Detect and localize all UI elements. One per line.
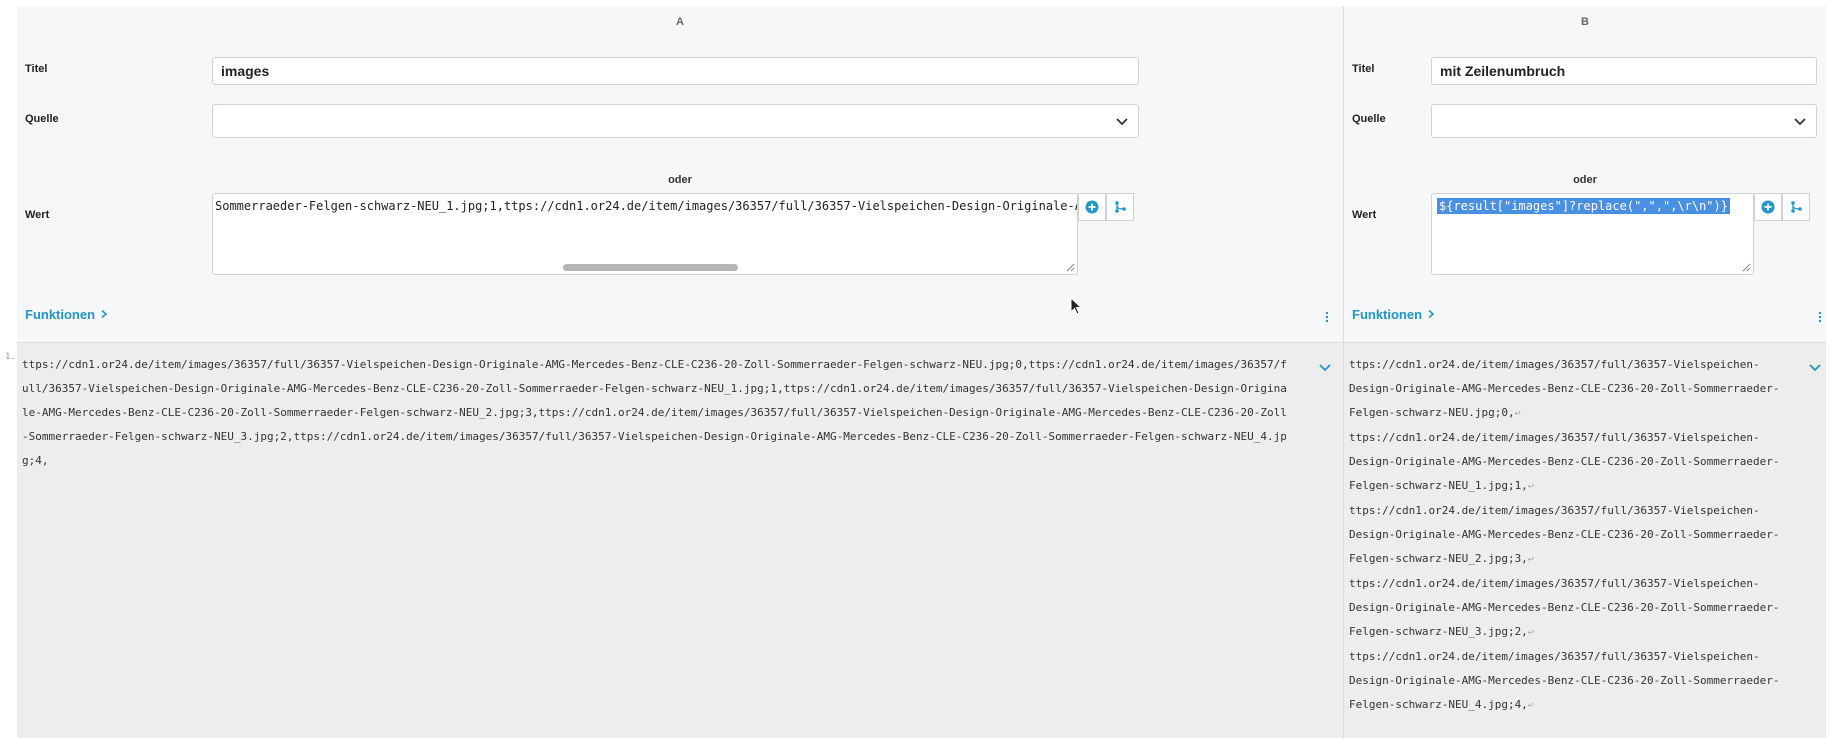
newline-icon: ↩ [1527, 554, 1534, 565]
title-label: Titel [1352, 63, 1375, 75]
kebab-menu-icon[interactable] [1325, 311, 1329, 323]
value-textarea[interactable]: Sommerraeder-Felgen-schwarz-NEU_1.jpg;1,… [212, 193, 1078, 275]
column-header[interactable]: B [1344, 16, 1826, 28]
row-number: 1. [5, 352, 16, 362]
value-text: ${result["images"]?replace(",",",\r\n")} [1437, 198, 1730, 214]
newline-icon: ↩ [1527, 700, 1534, 711]
chevron-down-icon [1116, 118, 1128, 126]
chevron-down-icon[interactable] [1317, 359, 1333, 375]
value-text: Sommerraeder-Felgen-schwarz-NEU_1.jpg;1,… [215, 199, 1077, 213]
kebab-menu-icon[interactable] [1818, 311, 1822, 323]
title-input[interactable]: mit Zeilenumbruch [1431, 57, 1817, 85]
functions-label: Funktionen [1352, 307, 1423, 322]
newline-icon: ↩ [1514, 408, 1521, 419]
chevron-right-icon [1428, 309, 1434, 319]
resize-handle-icon[interactable] [1065, 262, 1075, 272]
value-label: Wert [25, 209, 50, 221]
output-text: ttps://cdn1.or24.de/item/images/36357/fu… [1349, 353, 1799, 718]
value-textarea[interactable]: ${result["images"]?replace(",",",\r\n")} [1431, 193, 1754, 275]
chevron-down-icon [1794, 118, 1806, 126]
add-function-button[interactable] [1754, 193, 1782, 221]
resize-handle-icon[interactable] [1741, 262, 1751, 272]
mouse-cursor-icon [1070, 297, 1083, 315]
functions-label: Funktionen [25, 307, 96, 322]
column-b-config: B Titel mit Zeilenumbruch Quelle oder We… [1344, 6, 1826, 343]
output-line: ttps://cdn1.or24.de/item/images/36357/fu… [1349, 431, 1780, 492]
or-label: oder [668, 174, 692, 186]
horizontal-scrollbar[interactable] [563, 264, 738, 271]
output-line: ttps://cdn1.or24.de/item/images/36357/fu… [1349, 504, 1780, 565]
column-a: A Titel images Quelle oder Wert Sommerra… [17, 6, 1344, 738]
chevron-right-icon [101, 309, 107, 319]
functions-link[interactable]: Funktionen [25, 307, 109, 322]
output-line: ttps://cdn1.or24.de/item/images/36357/fu… [1349, 358, 1780, 419]
newline-icon: ↩ [1527, 481, 1534, 492]
source-label: Quelle [25, 113, 59, 125]
newline-icon: ↩ [1527, 627, 1534, 638]
source-label: Quelle [1352, 113, 1386, 125]
add-circle-icon [1761, 200, 1775, 214]
variable-picker-button[interactable] [1782, 193, 1810, 221]
column-a-output: ttps://cdn1.or24.de/item/images/36357/fu… [17, 343, 1343, 738]
output-line: ttps://cdn1.or24.de/item/images/36357/fu… [1349, 650, 1780, 711]
variable-tree-icon [1115, 201, 1126, 213]
or-label: oder [1573, 174, 1597, 186]
output-line: ttps://cdn1.or24.de/item/images/36357/fu… [1349, 577, 1780, 638]
chevron-down-icon[interactable] [1807, 359, 1823, 375]
column-b: B Titel mit Zeilenumbruch Quelle oder We… [1344, 6, 1826, 738]
mapping-grid: A Titel images Quelle oder Wert Sommerra… [17, 6, 1827, 738]
source-select[interactable] [212, 104, 1139, 138]
column-header[interactable]: A [17, 16, 1343, 28]
column-a-config: A Titel images Quelle oder Wert Sommerra… [17, 6, 1343, 343]
variable-tree-icon [1791, 201, 1802, 213]
title-label: Titel [25, 63, 48, 75]
selected-text: ${result["images"]?replace(",",",\r\n")} [1437, 198, 1730, 214]
title-input[interactable]: images [212, 57, 1139, 85]
value-label: Wert [1352, 209, 1377, 221]
functions-link[interactable]: Funktionen [1352, 307, 1436, 322]
add-function-button[interactable] [1078, 193, 1106, 221]
variable-picker-button[interactable] [1106, 193, 1134, 221]
output-text: ttps://cdn1.or24.de/item/images/36357/fu… [22, 358, 1287, 467]
column-b-output: ttps://cdn1.or24.de/item/images/36357/fu… [1344, 343, 1826, 738]
source-select[interactable] [1431, 104, 1817, 138]
add-circle-icon [1085, 200, 1099, 214]
